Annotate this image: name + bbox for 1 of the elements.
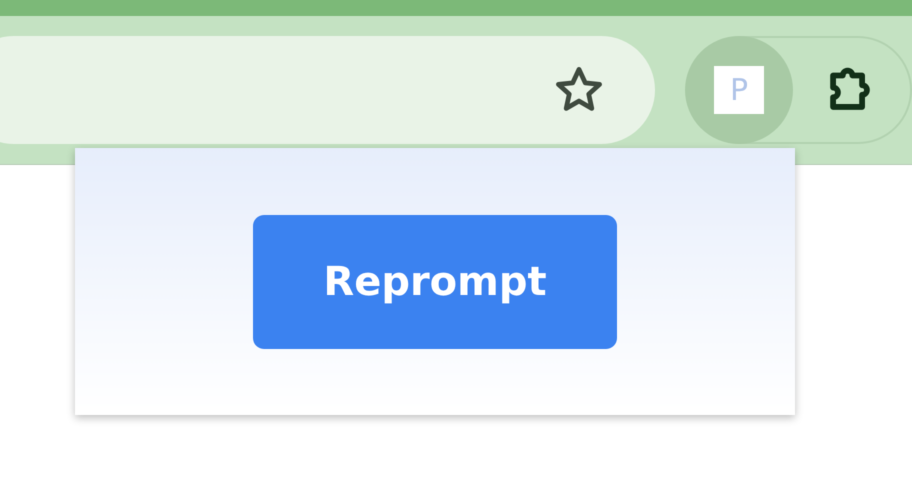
reprompt-button[interactable]: Reprompt	[253, 215, 617, 349]
